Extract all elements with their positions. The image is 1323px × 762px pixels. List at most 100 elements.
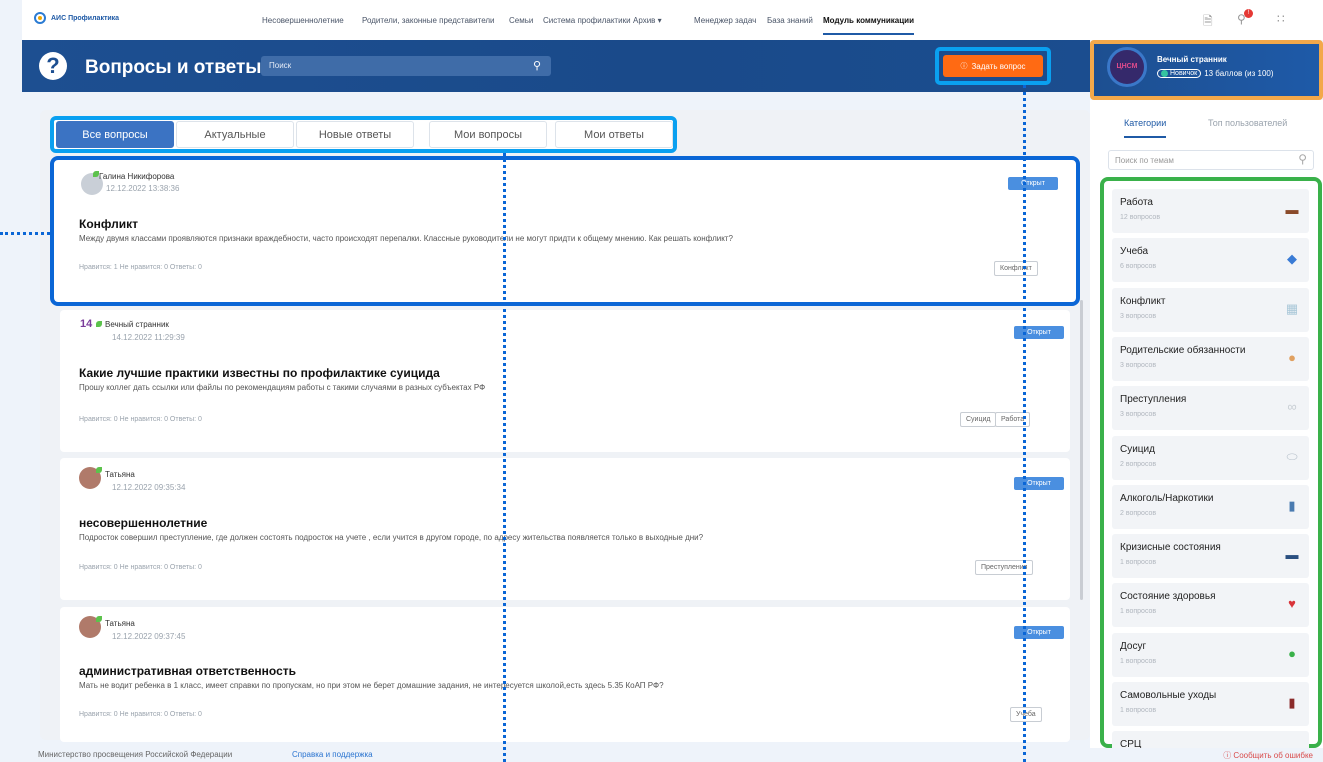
tab-my-answers[interactable]: Мои ответы — [555, 121, 673, 148]
nav-prevention-system[interactable]: Система профилактики — [543, 16, 631, 25]
scrollbar[interactable] — [1080, 300, 1083, 600]
category-item[interactable]: Учеба 6 вопросов ◆ — [1112, 238, 1309, 283]
footer: Министерство просвещения Российской Феде… — [22, 748, 1323, 762]
category-count: 1 вопросов — [1120, 608, 1157, 616]
category-item[interactable]: Родительские обязанности 3 вопросов ● — [1112, 336, 1309, 381]
question-title[interactable]: несовершеннолетние — [79, 516, 207, 530]
category-item[interactable]: Суицид 2 вопросов ⬭ — [1112, 435, 1309, 480]
tag-chip[interactable]: Суицид — [960, 412, 997, 427]
category-count: 3 вопросов — [1120, 361, 1157, 369]
question-title[interactable]: административная ответственность — [79, 664, 296, 678]
tag-chip[interactable]: Конфликт — [994, 261, 1038, 276]
category-item[interactable]: Преступления 3 вопросов ∞ — [1112, 386, 1309, 431]
category-name: Самовольные уходы — [1120, 690, 1217, 701]
tab-my-questions[interactable]: Мои вопросы — [429, 121, 547, 148]
category-item[interactable]: Досуг 1 вопросов ● — [1112, 632, 1309, 677]
nav-parents[interactable]: Родители, законные представители — [362, 16, 495, 25]
category-item[interactable]: Кризисные состояния 1 вопросов ▬ — [1112, 534, 1309, 579]
tab-categories[interactable]: Категории — [1124, 118, 1167, 138]
tab-new-answers[interactable]: Новые ответы — [296, 121, 414, 148]
category-name: Конфликт — [1120, 295, 1166, 307]
category-item[interactable]: Состояние здоровья 1 вопросов ♥ — [1112, 583, 1309, 628]
author-name[interactable]: Галина Никифорова — [99, 172, 174, 181]
question-stats: Нравится: 0 Не нравится: 0 Ответы: 0 — [79, 564, 202, 571]
author-name[interactable]: Вечный странник — [105, 320, 169, 329]
nav-minors[interactable]: Несовершеннолетние — [262, 16, 344, 25]
graduation-cap-icon: ◆ — [1287, 251, 1297, 267]
category-name: Родительские обязанности — [1120, 344, 1246, 356]
briefcase-icon: ▬ — [1285, 202, 1299, 217]
nav-task-manager[interactable]: Менеджер задач — [694, 16, 756, 25]
question-title[interactable]: Какие лучшие практики известны по профил… — [79, 366, 440, 380]
category-count: 1 вопросов — [1120, 559, 1157, 567]
nav-knowledge-base[interactable]: База знаний — [767, 16, 813, 25]
tab-all-questions[interactable]: Все вопросы — [56, 121, 174, 148]
status-badge: Открыт — [1014, 477, 1064, 490]
leaf-icon — [96, 616, 102, 622]
app-logo[interactable]: АИС Профилактика — [34, 12, 119, 24]
category-item[interactable]: Самовольные уходы 1 вопросов ▮ — [1112, 682, 1309, 726]
search-icon[interactable]: ⚲ — [533, 59, 541, 72]
profile-level: Новичок 13 баллов (из 100) — [1157, 69, 1274, 78]
topic-search-placeholder: Поиск по темам — [1115, 156, 1174, 165]
tab-actual[interactable]: Актуальные — [176, 121, 294, 148]
author-name[interactable]: Татьяна — [105, 470, 135, 479]
category-name: Кризисные состояния — [1120, 542, 1221, 554]
door-icon: ▮ — [1288, 695, 1296, 710]
pills-icon: ⬭ — [1286, 448, 1298, 464]
question-body: Мать не водит ребенка в 1 класс, имеет с… — [79, 681, 664, 690]
level-label: Новичок — [1170, 70, 1198, 77]
category-count: 2 вопросов — [1120, 460, 1157, 468]
guide-line — [0, 232, 50, 235]
status-badge: Открыт — [1014, 326, 1064, 339]
question-body: Прошу коллег дать ссылки или файлы по ре… — [79, 383, 486, 392]
category-count: 6 вопросов — [1120, 263, 1157, 271]
category-name: Досуг — [1120, 640, 1147, 652]
nav-communication-module[interactable]: Модуль коммуникации — [823, 16, 915, 35]
topic-search-input[interactable]: Поиск по темам ⚲ — [1108, 150, 1314, 170]
category-item[interactable]: Конфликт 3 вопросов ▦ — [1112, 287, 1309, 332]
author-avatar: 14 — [80, 318, 93, 330]
question-date: 14.12.2022 11:29:39 — [112, 333, 185, 342]
category-count: 2 вопросов — [1120, 509, 1157, 517]
app-logo-text: АИС Профилактика — [51, 14, 120, 22]
question-card[interactable]: Татьяна 12.12.2022 09:35:34 Открыт несов… — [60, 458, 1070, 600]
ask-question-button[interactable]: ⓘ Задать вопрос — [943, 55, 1043, 77]
page-title: Вопросы и ответы — [85, 57, 262, 78]
level-badge: Новичок — [1157, 69, 1202, 78]
avatar[interactable]: ЦНСМ — [1107, 47, 1147, 87]
category-name: Состояние здоровья — [1120, 591, 1216, 603]
author-name[interactable]: Татьяна — [105, 619, 135, 628]
tab-top-users[interactable]: Топ пользователей — [1208, 118, 1287, 128]
nav-families[interactable]: Семьи — [509, 16, 533, 25]
ball-icon: ● — [1288, 645, 1296, 661]
question-circle-icon: ⓘ — [960, 63, 968, 70]
parent-icon: ● — [1288, 349, 1296, 365]
search-icon[interactable]: ⚲ — [1298, 152, 1307, 166]
leaf-icon — [96, 467, 102, 473]
report-error-link[interactable]: ⓘ Сообщить об ошибке — [1223, 750, 1313, 761]
category-count: 3 вопросов — [1120, 411, 1157, 419]
question-title[interactable]: Конфликт — [79, 217, 138, 231]
profile-points: 13 баллов (из 100) — [1204, 69, 1274, 78]
question-card[interactable]: Татьяна 12.12.2022 09:37:45 Открыт админ… — [60, 607, 1070, 742]
category-count: 3 вопросов — [1120, 312, 1157, 320]
category-item[interactable]: Работа 12 вопросов ▬ — [1112, 189, 1309, 233]
notification-badge: ! — [1244, 9, 1253, 18]
nav-archive[interactable]: Архив ▾ — [633, 16, 662, 25]
question-card[interactable]: Галина Никифорова 12.12.2022 13:38:36 От… — [50, 156, 1080, 306]
conflict-icon: ▦ — [1285, 300, 1299, 316]
search-placeholder: Поиск — [269, 61, 292, 70]
category-count: 1 вопросов — [1120, 707, 1157, 714]
category-name: Работа — [1120, 197, 1153, 208]
search-input[interactable]: Поиск ⚲ — [261, 56, 551, 76]
question-card[interactable]: 14 Вечный странник 14.12.2022 11:29:39 О… — [60, 310, 1070, 452]
question-icon: ? — [39, 52, 67, 80]
guide-line — [503, 153, 506, 762]
document-icon[interactable]: 🗎 — [1203, 12, 1213, 33]
help-link[interactable]: Справка и поддержка — [292, 750, 373, 759]
footer-ministry: Министерство просвещения Российской Феде… — [38, 750, 233, 759]
question-date: 12.12.2022 13:38:36 — [106, 184, 180, 193]
category-item[interactable]: Алкоголь/Наркотики 2 вопросов ▮ — [1112, 484, 1309, 529]
apps-grid-icon[interactable]: ∷ — [1277, 12, 1285, 26]
